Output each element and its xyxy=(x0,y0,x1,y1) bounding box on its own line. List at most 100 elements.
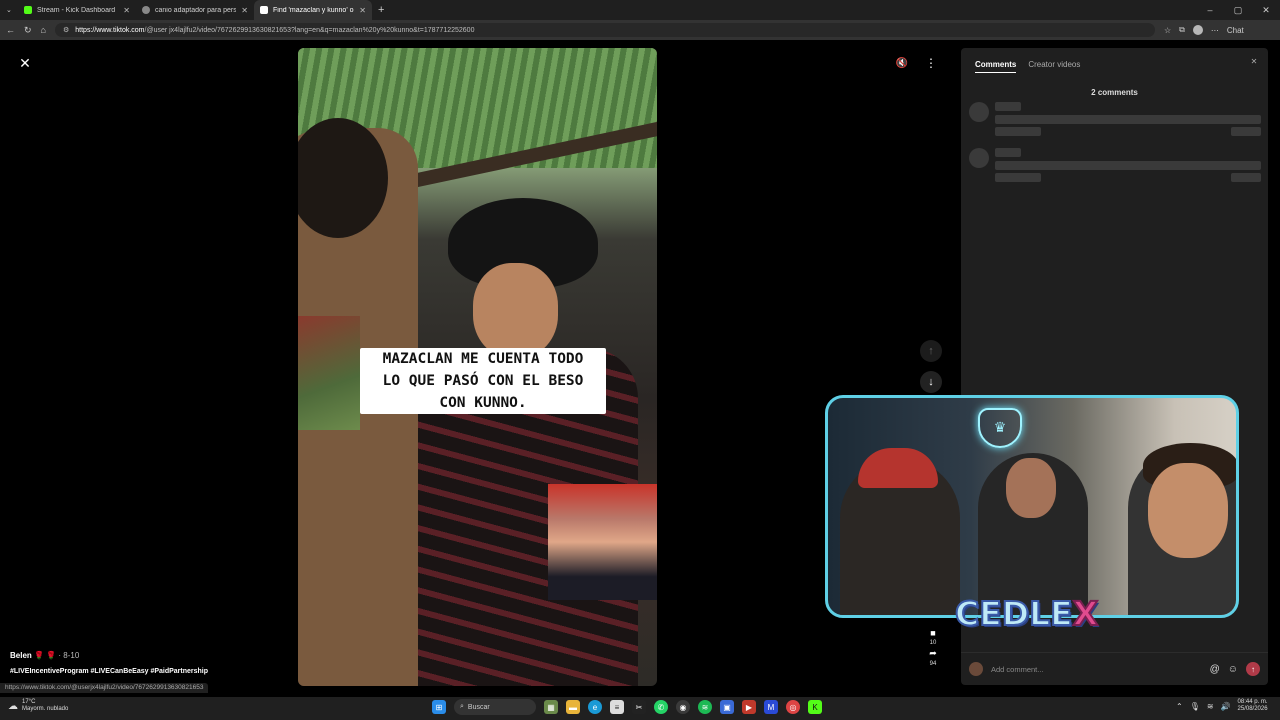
media-app-icon[interactable]: ▶ xyxy=(742,700,756,714)
browser-extensions: ☆ ⧉ ⋯ Chat xyxy=(1164,25,1244,35)
share-icon[interactable]: ➦ xyxy=(929,648,937,659)
tab-comments[interactable]: Comments xyxy=(975,60,1017,73)
emoji-icon[interactable]: ☺ xyxy=(1228,664,1238,675)
microphone-icon[interactable]: 🎙 xyxy=(1190,702,1200,711)
video-side-actions: ■ 10 ➦ 94 xyxy=(922,628,944,667)
arrow-up-icon: ↑ xyxy=(1251,664,1255,674)
maximize-icon[interactable]: ▢ xyxy=(1224,5,1252,16)
tab-close-icon[interactable]: ✕ xyxy=(123,6,130,15)
streamer-left-cap xyxy=(858,448,938,488)
streamer-middle-face xyxy=(1006,458,1056,518)
tab-creator-videos[interactable]: Creator videos xyxy=(1028,60,1080,73)
kick-favicon-icon xyxy=(24,6,32,14)
url-host: https://www.tiktok.com xyxy=(75,26,145,34)
tab-close-icon[interactable]: ✕ xyxy=(359,6,366,15)
tab-title: canio adaptador para persona de xyxy=(155,6,237,14)
taskbar-apps: ⊞ ⌕ Buscar ▦ ▬ e ≡ ✂ ✆ ◉ ≋ ▣ ▶ M ◎ K xyxy=(432,699,822,715)
close-video-button[interactable]: ✕ xyxy=(14,52,36,74)
wifi-icon[interactable]: ≋ xyxy=(1207,702,1214,711)
comment-skeleton xyxy=(969,102,1264,142)
author-emojis: 🌹 🌹 xyxy=(34,651,57,660)
window-controls: – ▢ ✕ xyxy=(1196,0,1280,20)
bookmark-icon[interactable]: ■ xyxy=(930,628,935,638)
chat-button[interactable]: Chat xyxy=(1227,26,1244,35)
more-vertical-icon: ⋮ xyxy=(925,56,937,70)
tab-title: Find 'mazaclan y kunno' on TikTo xyxy=(273,6,354,14)
extensions-icon[interactable]: ⧉ xyxy=(1179,25,1185,35)
skeleton-line xyxy=(1231,127,1261,136)
speaker-muted-icon: 🔇 xyxy=(895,57,909,69)
kick-app-icon[interactable]: K xyxy=(808,700,822,714)
tray-chevron-icon[interactable]: ⌃ xyxy=(1176,702,1183,711)
edge-browser-icon[interactable]: e xyxy=(588,700,602,714)
clock-time: 08:44 p. m. xyxy=(1237,699,1268,705)
weather-widget[interactable]: ☁ 17°C Mayorm. nublado xyxy=(8,699,68,713)
volume-icon[interactable]: 🔊 xyxy=(1221,702,1231,711)
store-icon[interactable]: ▣ xyxy=(720,700,734,714)
globe-favicon-icon xyxy=(142,6,150,14)
skeleton-avatar xyxy=(969,148,989,168)
skeleton-line xyxy=(1231,173,1261,182)
minimize-icon[interactable]: – xyxy=(1196,5,1224,15)
search-label: Buscar xyxy=(467,703,490,711)
mention-icon[interactable]: @ xyxy=(1210,664,1220,675)
back-icon[interactable]: ← xyxy=(6,25,15,35)
capcut-icon[interactable]: ✂ xyxy=(632,700,646,714)
author-name[interactable]: Belen xyxy=(10,651,32,660)
url-field[interactable]: ⚙ https://www.tiktok.com/@user jx4lajlfu… xyxy=(54,23,1155,37)
next-video-button[interactable]: ↓ xyxy=(920,371,942,393)
skeleton-line xyxy=(995,115,1261,124)
reload-icon[interactable]: ↻ xyxy=(24,25,32,36)
skeleton-line xyxy=(995,173,1041,182)
browser-tab-search[interactable]: canio adaptador para persona de ✕ xyxy=(136,0,254,20)
skeleton-avatar xyxy=(969,102,989,122)
webcam-overlay: ♛ xyxy=(825,395,1239,618)
browser-tab-bar: ⌄ Stream - Kick Dashboard ✕ canio adapta… xyxy=(0,0,1280,20)
xbox-icon[interactable]: ◉ xyxy=(676,700,690,714)
site-info-icon[interactable]: ⚙ xyxy=(63,26,69,34)
close-icon: ✕ xyxy=(19,54,31,71)
video-player[interactable]: MAZACLAN ME CUENTA TODO LO QUE PASÓ CON … xyxy=(298,48,657,686)
window-close-icon[interactable]: ✕ xyxy=(1252,5,1280,16)
weather-desc: Mayorm. nublado xyxy=(22,706,69,712)
bookmark-star-icon[interactable]: ☆ xyxy=(1164,26,1171,35)
browser-tab-kick[interactable]: Stream - Kick Dashboard ✕ xyxy=(18,0,136,20)
user-avatar xyxy=(969,662,983,676)
video-hashtags[interactable]: #LIVEIncentiveProgram #LIVECanBeEasy #Pa… xyxy=(10,668,208,675)
file-explorer-icon[interactable]: ▬ xyxy=(566,700,580,714)
tab-close-icon[interactable]: ✕ xyxy=(241,6,248,15)
browser-tab-tiktok[interactable]: Find 'mazaclan y kunno' on TikTo ✕ xyxy=(254,0,372,20)
skeleton-line xyxy=(995,102,1021,111)
taskbar-search[interactable]: ⌕ Buscar xyxy=(454,699,536,715)
mute-button[interactable]: 🔇 xyxy=(892,53,912,73)
comment-input-row: Add comment... @ ☺ ↑ xyxy=(961,652,1268,685)
spotify-icon[interactable]: ≋ xyxy=(698,700,712,714)
more-options-button[interactable]: ⋮ xyxy=(921,53,941,73)
send-comment-button[interactable]: ↑ xyxy=(1246,662,1260,676)
mail-icon[interactable]: M xyxy=(764,700,778,714)
chevron-down-icon: ⌄ xyxy=(6,7,12,14)
streamer-right-face xyxy=(1148,463,1228,558)
arrow-up-icon: ↑ xyxy=(928,345,934,357)
task-view-icon[interactable]: ▦ xyxy=(544,700,558,714)
home-icon[interactable]: ⌂ xyxy=(41,25,46,35)
channel-brand-logo: CEDLEX xyxy=(954,593,1099,634)
brand-text-x: X xyxy=(1072,593,1099,634)
search-icon: ⌕ xyxy=(460,703,464,710)
profile-avatar[interactable] xyxy=(1192,25,1203,35)
cloud-icon: ☁ xyxy=(8,700,18,712)
tab-list-chevron[interactable]: ⌄ xyxy=(0,0,18,20)
chrome-icon[interactable]: ◎ xyxy=(786,700,800,714)
panel-close-icon[interactable]: ✕ xyxy=(1247,57,1261,71)
notepad-icon[interactable]: ≡ xyxy=(610,700,624,714)
menu-dots-icon[interactable]: ⋯ xyxy=(1211,26,1219,35)
previous-video-button[interactable]: ↑ xyxy=(920,340,942,362)
system-clock[interactable]: 08:44 p. m. 25/08/2026 xyxy=(1238,699,1268,713)
whatsapp-icon[interactable]: ✆ xyxy=(654,700,668,714)
new-tab-button[interactable]: + xyxy=(372,0,392,20)
url-path: /@user jx4lajlfu2/video/7672629913630821… xyxy=(144,26,475,34)
windows-start-icon[interactable]: ⊞ xyxy=(432,700,446,714)
video-caption: MAZACLAN ME CUENTA TODO LO QUE PASÓ CON … xyxy=(360,348,606,414)
video-inset-right xyxy=(548,484,657,600)
comment-input[interactable]: Add comment... xyxy=(991,665,1202,674)
